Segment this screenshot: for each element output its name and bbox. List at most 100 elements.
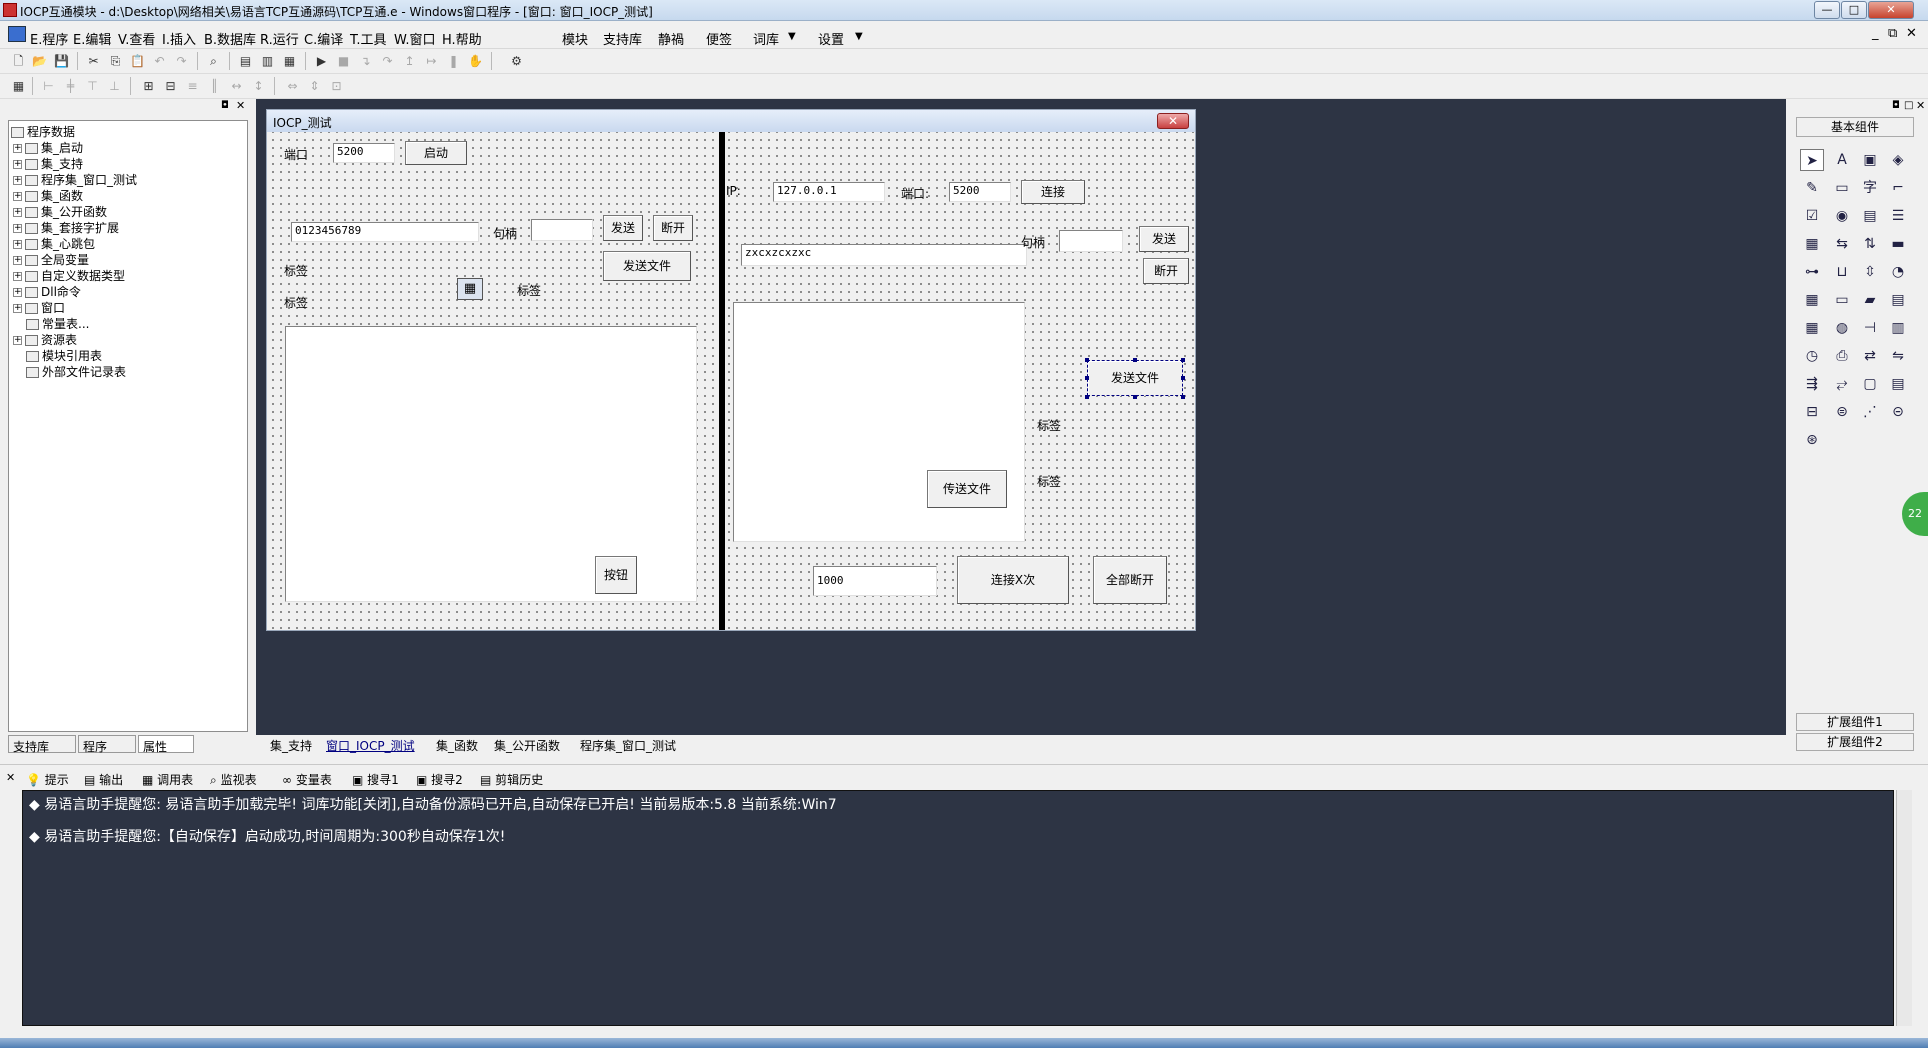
- layout-3-icon[interactable]: ▦: [281, 53, 298, 69]
- tab-clip-history[interactable]: ▤ 剪辑历史: [480, 771, 543, 788]
- pane-close-icon[interactable]: ✕: [236, 99, 245, 112]
- maximize-button[interactable]: □: [1841, 1, 1867, 19]
- grid-icon[interactable]: ▦: [10, 78, 27, 94]
- char-icon[interactable]: 字: [1858, 177, 1882, 199]
- server-port-input[interactable]: 5200: [333, 143, 395, 163]
- grid-table-icon[interactable]: ▦: [1800, 317, 1824, 339]
- menu-notes[interactable]: 便签: [706, 29, 732, 48]
- align-left-icon[interactable]: ⊢: [40, 78, 57, 94]
- radio-icon[interactable]: ◉: [1830, 205, 1854, 227]
- server-handle-input[interactable]: [531, 219, 593, 241]
- tree-icon[interactable]: ⥂: [1830, 373, 1854, 395]
- slider-icon[interactable]: ⊶: [1800, 261, 1824, 283]
- mdi-minimize-icon[interactable]: _: [1872, 26, 1879, 41]
- copy-icon[interactable]: ⎘: [107, 53, 124, 69]
- menu-compile[interactable]: C.编译: [304, 29, 343, 48]
- tree-item[interactable]: + 集_公开函数: [13, 203, 107, 220]
- picture-icon[interactable]: ▣: [1858, 149, 1882, 171]
- tab-watch[interactable]: ⌕ 监视表: [210, 771, 257, 788]
- plugin-icon[interactable]: ⚙: [508, 53, 525, 69]
- size-v-icon[interactable]: ⇕: [306, 78, 323, 94]
- button-button[interactable]: 按钮: [595, 556, 637, 594]
- toolbar-icon[interactable]: ⊣: [1858, 317, 1882, 339]
- new-file-icon[interactable]: 🗋: [10, 53, 27, 69]
- document-icon[interactable]: ▤: [1886, 289, 1910, 311]
- code-tab[interactable]: 集_公开函数: [494, 737, 560, 754]
- table-icon[interactable]: ▦: [1800, 289, 1824, 311]
- tree-item[interactable]: + 全局变量: [13, 251, 89, 268]
- hscroll-icon[interactable]: ⇆: [1830, 233, 1854, 255]
- close-button[interactable]: ✕: [1868, 1, 1914, 19]
- palette-pin-icon[interactable]: ◘: [1892, 100, 1900, 111]
- tab-search1[interactable]: ▣ 搜寻1: [352, 771, 399, 788]
- disconnect-all-button[interactable]: 全部断开: [1093, 556, 1167, 604]
- same-size-icon[interactable]: ⇔: [284, 78, 301, 94]
- run-icon[interactable]: ▶: [313, 53, 330, 69]
- client-data-input[interactable]: zxcxzcxzxc: [741, 244, 1027, 266]
- palette-ext1-tab[interactable]: 扩展组件1: [1796, 713, 1914, 731]
- layout-2-icon[interactable]: ▥: [259, 53, 276, 69]
- tree-item[interactable]: + 资源表: [13, 331, 77, 348]
- code-tab[interactable]: 集_支持: [270, 737, 312, 754]
- same-height-icon[interactable]: ↕: [250, 78, 267, 94]
- menu-database[interactable]: B.数据库: [204, 29, 256, 48]
- center-h-icon[interactable]: ⊞: [140, 78, 157, 94]
- menu-view[interactable]: V.查看: [118, 29, 155, 48]
- menu-tools[interactable]: T.工具: [350, 29, 387, 48]
- tree-item[interactable]: + 集_心跳包: [13, 235, 95, 252]
- network-icon[interactable]: ⇄: [1858, 345, 1882, 367]
- groupbox-icon[interactable]: ▦: [1800, 233, 1824, 255]
- form-close-icon[interactable]: ✕: [1157, 113, 1189, 129]
- open-folder-icon[interactable]: 📂: [31, 53, 48, 69]
- spin-icon[interactable]: ⇳: [1858, 261, 1882, 283]
- socket-icon[interactable]: ⇋: [1886, 345, 1910, 367]
- tree-item[interactable]: + 集_启动: [13, 139, 83, 156]
- line-icon[interactable]: ⌐: [1886, 177, 1910, 199]
- palette-basic-tab[interactable]: 基本组件: [1796, 117, 1914, 137]
- db-connect-icon[interactable]: ⊜: [1830, 401, 1854, 423]
- form-designer-window[interactable]: IOCP_测试 ✕ 端口 5200 启动 0123456789 句柄 发送 断开…: [266, 109, 1196, 631]
- client-port-input[interactable]: 5200: [949, 182, 1011, 202]
- align-center-icon[interactable]: ╪: [62, 78, 79, 94]
- size-all-icon[interactable]: ⊡: [328, 78, 345, 94]
- code-tab-active[interactable]: 窗口_IOCP_测试: [326, 737, 415, 754]
- server-send-button[interactable]: 发送: [603, 215, 643, 241]
- code-tab[interactable]: 集_函数: [436, 737, 478, 754]
- menu-help[interactable]: H.帮助: [442, 29, 482, 48]
- pointer-icon[interactable]: ➤: [1800, 149, 1824, 171]
- odbc-db-icon[interactable]: ⊛: [1800, 429, 1824, 451]
- client-handle-input[interactable]: [1059, 230, 1123, 252]
- minimize-button[interactable]: —: [1814, 1, 1840, 19]
- hand-icon[interactable]: ✋: [467, 53, 484, 69]
- undo-icon[interactable]: ↶: [151, 53, 168, 69]
- break-icon[interactable]: ❚: [445, 53, 462, 69]
- tab-variables[interactable]: ∞ 变量表: [282, 771, 332, 788]
- pane-pin-icon[interactable]: ◘: [221, 100, 229, 111]
- tree-root[interactable]: 程序数据: [11, 123, 75, 140]
- button-icon[interactable]: ▭: [1830, 289, 1854, 311]
- pane-close-icon[interactable]: ✕: [6, 771, 15, 784]
- tabcontrol-icon[interactable]: ⊔: [1830, 261, 1854, 283]
- vscroll-icon[interactable]: ⇅: [1858, 233, 1882, 255]
- menu-window[interactable]: W.窗口: [394, 29, 436, 48]
- connect-x-times-button[interactable]: 连接X次: [957, 556, 1069, 604]
- tree-item[interactable]: + 集_套接字扩展: [13, 219, 119, 236]
- align-top-icon[interactable]: ⊤: [84, 78, 101, 94]
- menu-program[interactable]: E.程序: [30, 29, 68, 48]
- tree-item[interactable]: + 程序集_窗口_测试: [13, 171, 137, 188]
- clock-icon[interactable]: ◷: [1800, 345, 1824, 367]
- palette-ext2-tab[interactable]: 扩展组件2: [1796, 733, 1914, 751]
- palette-close-icon[interactable]: ✕: [1916, 99, 1925, 112]
- label-icon[interactable]: A: [1830, 149, 1854, 171]
- tree-item[interactable]: + 集_函数: [13, 187, 83, 204]
- redo-icon[interactable]: ↷: [173, 53, 190, 69]
- settings-dropdown-icon[interactable]: ▼: [855, 31, 863, 42]
- same-width-icon[interactable]: ↔: [228, 78, 245, 94]
- paste-icon[interactable]: 📋: [129, 53, 146, 69]
- tree-item[interactable]: + 窗口: [13, 299, 65, 316]
- tab-properties[interactable]: 属性: [138, 735, 194, 754]
- menu-wordlib[interactable]: 词库: [753, 29, 779, 48]
- center-v-icon[interactable]: ⊟: [162, 78, 179, 94]
- menu-supportlib[interactable]: 支持库: [603, 29, 642, 48]
- palette-max-icon[interactable]: □: [1904, 100, 1913, 111]
